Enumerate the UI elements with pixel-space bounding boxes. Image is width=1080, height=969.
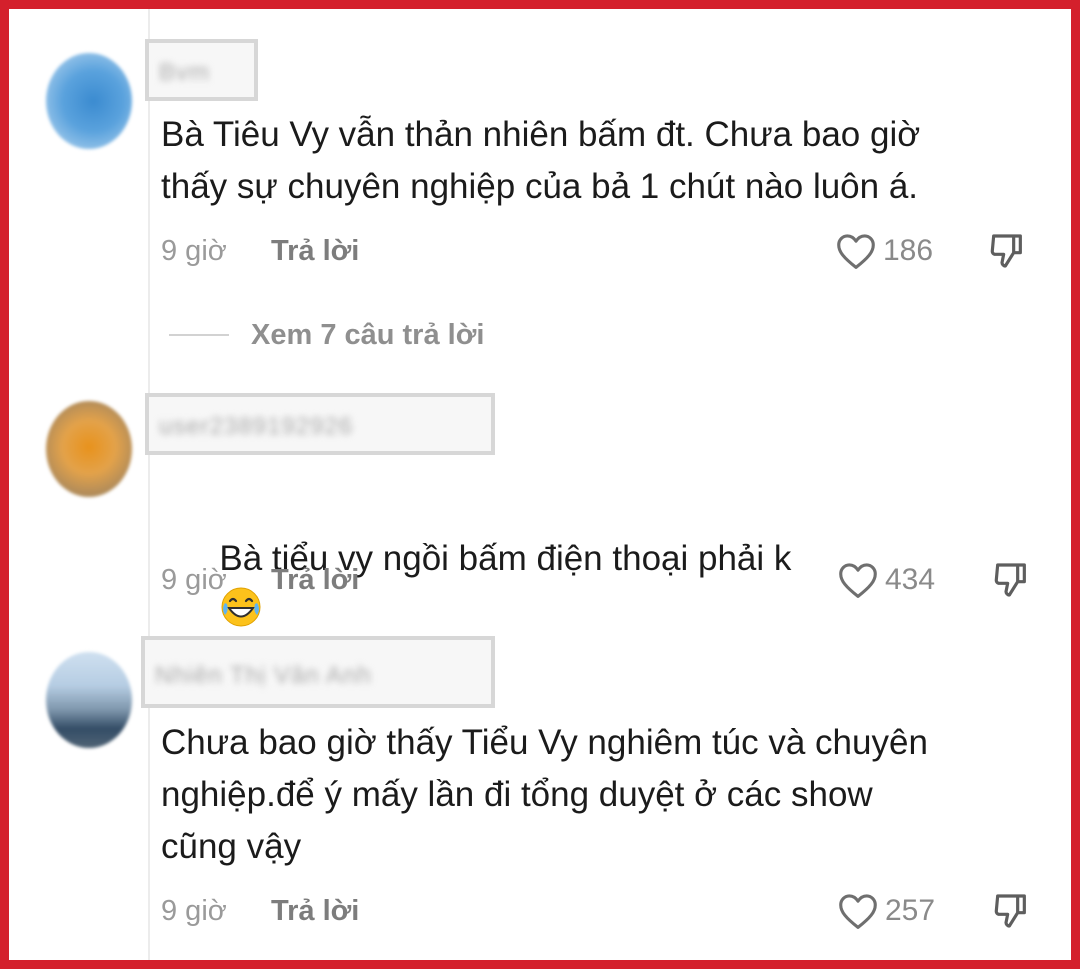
username-text: Nhiên Thị Vân Anh [155,662,372,689]
heart-icon [839,894,877,929]
comment-section-frame: Bvm Bà Tiêu Vy vẫn thản nhiên bấm đt. Ch… [0,0,1080,969]
like-button[interactable]: 257 [837,891,935,931]
like-count: 257 [885,894,936,927]
view-replies-line [169,334,229,336]
username-blurred[interactable]: Nhiên Thị Vân Anh [141,636,495,708]
comment-time: 9 giờ [161,895,227,927]
view-replies-label: Xem 7 câu trả lời [251,318,485,351]
thread-divider [148,9,150,960]
like-button[interactable]: 186 [835,231,933,271]
heart-icon [837,234,875,269]
comment-text: Chưa bao giờ thấy Tiểu Vy nghiêm túc và … [161,723,928,866]
avatar[interactable] [46,652,132,748]
username-text: Bvm [159,59,210,86]
avatar[interactable] [46,401,132,497]
like-button[interactable]: 434 [837,560,935,600]
comment-meta: 9 giờ Trả lời 257 [161,891,1041,931]
heart-icon [839,563,877,598]
view-replies-button[interactable]: Xem 7 câu trả lời [169,314,484,356]
reply-button[interactable]: Trả lời [271,560,359,600]
comment-time: 9 giờ [161,564,227,596]
reply-button[interactable]: Trả lời [271,891,359,931]
like-count: 186 [883,234,934,267]
comment-meta: 9 giờ Trả lời 434 [161,560,1041,600]
username-text: user2389192926 [159,413,354,440]
dislike-icon[interactable] [991,891,1031,931]
reply-button[interactable]: Trả lời [271,231,359,271]
username-blurred[interactable]: user2389192926 [145,393,495,455]
comment-time: 9 giờ [161,235,227,267]
comment-text: Bà Tiêu Vy vẫn thản nhiên bấm đt. Chưa b… [161,115,921,206]
like-count: 434 [885,563,936,596]
dislike-icon[interactable] [987,231,1027,271]
username-blurred[interactable]: Bvm [145,39,258,101]
dislike-icon[interactable] [991,560,1031,600]
comment-meta: 9 giờ Trả lời 186 [161,231,1041,271]
avatar[interactable] [46,53,132,149]
